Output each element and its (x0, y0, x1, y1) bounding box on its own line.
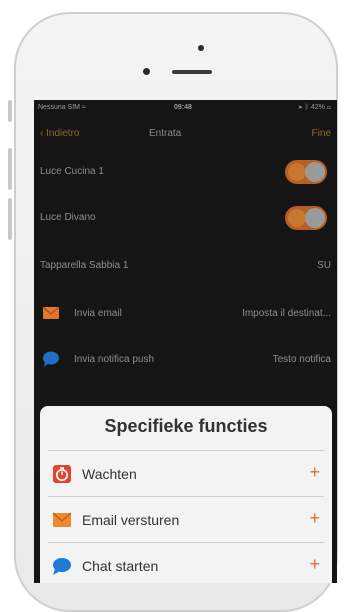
status-bar: Nessuna SIM ≈ 09:48 ➤ ᛒ 42% ▭ (34, 100, 337, 114)
toggle-switch[interactable] (285, 206, 327, 230)
list-item-invia-notifica[interactable]: Invia notifica push Testo notifica (34, 338, 337, 382)
bluetooth-icon: ᛒ (304, 104, 309, 111)
status-time: 09:48 (174, 104, 192, 111)
front-sensor (198, 45, 204, 51)
toggle-track-highlight (288, 209, 306, 227)
list-item-invia-email[interactable]: Invia email Imposta il destinat... (34, 292, 337, 336)
email-icon (42, 306, 60, 319)
sheet-item-email-versturen[interactable]: Email versturen + (40, 500, 332, 540)
sheet-title: Specifieke functies (104, 416, 268, 436)
functions-sheet: Specifieke functies Wachten + Email vers… (40, 406, 332, 583)
toggle-knob (305, 162, 325, 182)
toggle-knob (305, 208, 325, 228)
list-item-label: Tapparella Sabbia 1 (40, 260, 129, 271)
mute-switch (8, 100, 12, 122)
divider (48, 496, 324, 497)
done-button[interactable]: Fine (312, 128, 331, 139)
list-item-luce-cucina: Luce Cucina 1 (34, 150, 337, 194)
back-label: Indietro (46, 128, 80, 139)
list-item-luce-divano: Luce Divano (34, 196, 337, 240)
chevron-left-icon: ‹ (40, 128, 44, 139)
wifi-icon: ≈ (81, 104, 86, 111)
list-item-value: Imposta il destinat... (242, 308, 331, 319)
volume-up-button (8, 148, 12, 190)
divider (48, 542, 324, 543)
nav-title: Entrata (149, 128, 182, 139)
timer-icon (53, 465, 71, 483)
battery-icon: ▭ (326, 104, 331, 111)
battery-percent: 42% (310, 104, 325, 111)
toggle-switch[interactable] (285, 160, 327, 184)
status-right: ➤ ᛒ 42% ▭ (299, 104, 331, 111)
sheet-item-label: Wachten (82, 466, 137, 482)
list-item-label: Luce Cucina 1 (40, 166, 104, 177)
chat-bubble-icon (53, 558, 71, 575)
list-item-value: Testo notifica (272, 354, 331, 365)
sheet-item-wachten[interactable]: Wachten + (40, 454, 332, 494)
list-item-label: Invia notifica push (74, 354, 155, 365)
add-icon[interactable]: + (309, 462, 320, 483)
add-icon[interactable]: + (309, 508, 320, 529)
front-camera (143, 68, 150, 75)
list-item-tapparella[interactable]: Tapparella Sabbia 1 SU (34, 244, 337, 288)
location-icon: ➤ (298, 104, 303, 111)
earpiece-speaker (172, 70, 212, 74)
divider (48, 450, 324, 451)
chat-bubble-icon (43, 351, 59, 367)
toggle-track-highlight (288, 163, 306, 181)
sheet-item-label: Chat starten (82, 558, 159, 574)
carrier-text: Nessuna SIM ≈ (38, 104, 86, 111)
sheet-item-chat-starten[interactable]: Chat starten + (40, 546, 332, 583)
list-item-label: Invia email (74, 308, 122, 319)
carrier-label: Nessuna SIM (38, 104, 81, 111)
list-item-label: Luce Divano (40, 212, 96, 223)
sheet-item-label: Email versturen (82, 512, 180, 528)
back-button[interactable]: ‹ Indietro (40, 128, 79, 139)
list-item-value: SU (317, 260, 331, 271)
volume-down-button (8, 198, 12, 240)
add-icon[interactable]: + (309, 554, 320, 575)
email-icon (52, 512, 72, 527)
phone-screen: Nessuna SIM ≈ 09:48 ➤ ᛒ 42% ▭ ‹ Indietro… (34, 100, 337, 583)
navigation-bar: ‹ Indietro Entrata Fine (34, 122, 337, 146)
